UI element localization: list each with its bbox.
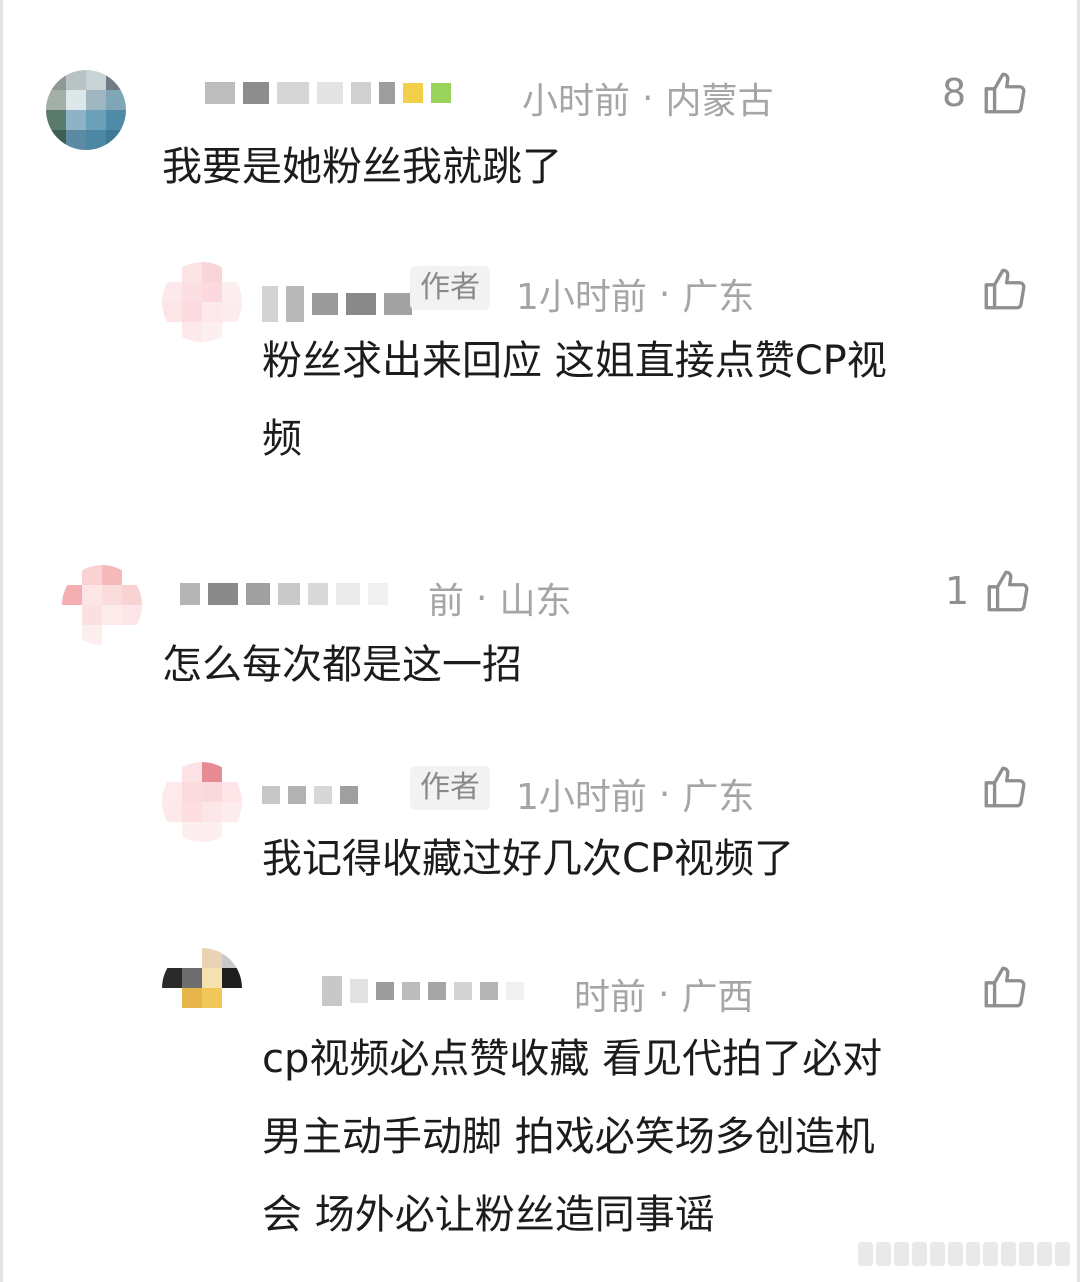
meta-separator: ·	[658, 973, 670, 1015]
avatar[interactable]	[162, 762, 242, 842]
comment-location: 内蒙古	[665, 81, 774, 122]
like-button[interactable]: 8	[942, 68, 1030, 118]
reply-text-line: 频	[262, 416, 302, 462]
comment-time: 1小时前	[516, 277, 647, 318]
avatar[interactable]	[162, 262, 242, 342]
comment-meta: 前 · 山东	[428, 572, 571, 624]
reply-text-line: cp视频必点赞收藏 看见代拍了必对	[262, 1036, 883, 1082]
username-blurred[interactable]	[322, 976, 524, 1006]
comment-meta: 小时前 · 内蒙古	[522, 72, 773, 124]
comment-time: 1小时前	[516, 777, 647, 818]
thumbs-up-icon	[984, 268, 1026, 310]
reply-text: 我记得收藏过好几次CP视频了	[262, 820, 794, 898]
comment-time: 时前	[574, 977, 647, 1018]
watermark-strip	[858, 1242, 1071, 1266]
comment-location: 山东	[499, 581, 572, 622]
comment-meta: 时前 · 广西	[574, 968, 753, 1020]
comment-text: 怎么每次都是这一招	[162, 642, 522, 688]
username-blurred[interactable]	[180, 583, 388, 605]
meta-separator: ·	[476, 577, 488, 619]
comment-location: 广东	[682, 277, 755, 318]
like-count: 1	[945, 569, 970, 613]
thumbs-up-icon	[984, 966, 1026, 1008]
like-count: 8	[942, 71, 967, 115]
meta-separator: ·	[658, 773, 671, 815]
comment-location: 广西	[681, 977, 754, 1018]
thumbs-up-icon	[984, 766, 1026, 808]
avatar[interactable]	[62, 565, 142, 645]
username-blurred[interactable]	[262, 786, 358, 804]
frame-edge-left	[0, 0, 3, 1282]
comment-time: 前	[428, 581, 465, 622]
like-button[interactable]: 1	[945, 566, 1033, 616]
like-button[interactable]	[980, 762, 1030, 812]
username-blurred[interactable]	[262, 286, 412, 322]
author-badge: 作者	[410, 766, 490, 810]
reply-text-line: 会 场外必让粉丝造同事谣	[262, 1192, 715, 1238]
like-button[interactable]	[980, 962, 1030, 1012]
comment-meta: 1小时前 · 广东	[516, 268, 754, 320]
reply-text: cp视频必点赞收藏 看见代拍了必对 男主动手动脚 拍戏必笑场多创造机 会 场外必…	[262, 1020, 882, 1254]
reply-text-line: 我记得收藏过好几次CP视频了	[262, 836, 795, 882]
reply-text: 粉丝求出来回应 这姐直接点赞CP视 频	[262, 322, 887, 478]
comment-text: 我要是她粉丝我就跳了	[162, 144, 562, 190]
meta-separator: ·	[658, 273, 671, 315]
reply-text-line: 粉丝求出来回应 这姐直接点赞CP视	[262, 338, 887, 384]
like-button[interactable]	[980, 264, 1030, 314]
comment-meta: 1小时前 · 广东	[516, 768, 754, 820]
reply-text-line: 男主动手动脚 拍戏必笑场多创造机	[262, 1114, 875, 1160]
author-badge: 作者	[410, 266, 490, 310]
meta-separator: ·	[642, 77, 654, 119]
thumbs-up-icon	[984, 72, 1026, 114]
username-blurred[interactable]	[205, 82, 451, 104]
avatar[interactable]	[162, 948, 242, 1028]
thumbs-up-icon	[987, 570, 1029, 612]
avatar[interactable]	[46, 70, 126, 150]
comment-time: 小时前	[522, 81, 631, 122]
comment-location: 广东	[682, 777, 755, 818]
